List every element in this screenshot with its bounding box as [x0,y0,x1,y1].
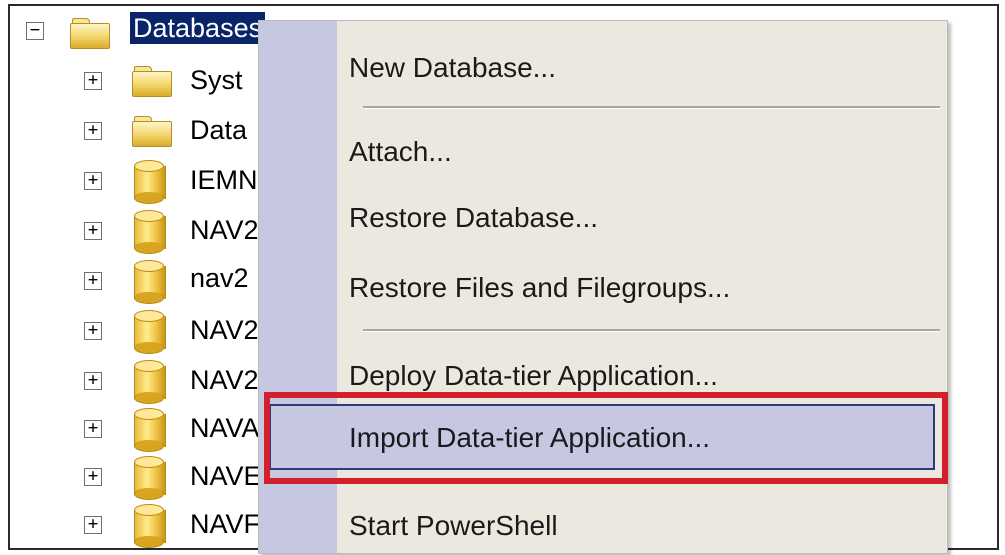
expand-icon[interactable]: + [84,172,102,190]
tree-node-label: IEMN [190,165,258,195]
tree-node[interactable]: + NAVE [10,454,270,504]
database-icon [134,408,166,452]
database-icon [134,360,166,404]
tree-node[interactable]: + NAVF [10,502,270,548]
tree-node-label: NAV2 [190,365,259,395]
menu-item-start-powershell[interactable]: Start PowerShell [349,497,939,555]
tree-node[interactable]: + NAV2 [10,308,270,358]
tree-node-label: NAVA [190,413,260,443]
expand-icon[interactable]: + [84,468,102,486]
expand-icon[interactable]: + [84,72,102,90]
menu-separator [363,329,940,332]
tree-node-label: Data [190,115,248,145]
tree-node-label: NAVF [190,509,261,539]
database-icon [134,210,166,254]
expand-icon[interactable]: + [84,122,102,140]
database-icon [134,310,166,354]
tree-node[interactable]: + NAV2 [10,358,270,408]
database-icon [134,456,166,500]
tree-node[interactable]: + NAVA [10,406,270,456]
tree-node[interactable]: + IEMN [10,158,270,208]
tree-node[interactable]: + Data [10,108,270,158]
menu-item-restore-files-filegroups[interactable]: Restore Files and Filegroups... [349,259,939,317]
tree-node-label: NAVE [190,461,262,491]
collapse-icon[interactable]: − [26,22,44,40]
tree-node[interactable]: + nav2 [10,258,270,308]
tree-node[interactable]: + Syst [10,56,270,106]
menu-separator [363,106,940,109]
expand-icon[interactable]: + [84,516,102,534]
tree-node-label: Syst [190,65,243,95]
annotation-highlight-box [264,392,948,484]
expand-icon[interactable]: + [84,322,102,340]
expand-icon[interactable]: + [84,222,102,240]
menu-item-attach[interactable]: Attach... [349,123,939,181]
tree-node[interactable]: + NAV2 [10,208,270,258]
database-icon [134,260,166,304]
expand-icon[interactable]: + [84,372,102,390]
menu-item-restore-database[interactable]: Restore Database... [349,189,939,247]
tree-node-label: NAV2 [190,315,259,345]
expand-icon[interactable]: + [84,420,102,438]
menu-item-new-database[interactable]: New Database... [349,39,939,97]
database-icon [134,504,166,548]
tree-node-label: NAV2 [190,215,259,245]
tree-node-label: nav2 [190,263,249,293]
database-icon [134,160,166,204]
tree-node-label: Databases [130,12,266,44]
expand-icon[interactable]: + [84,272,102,290]
